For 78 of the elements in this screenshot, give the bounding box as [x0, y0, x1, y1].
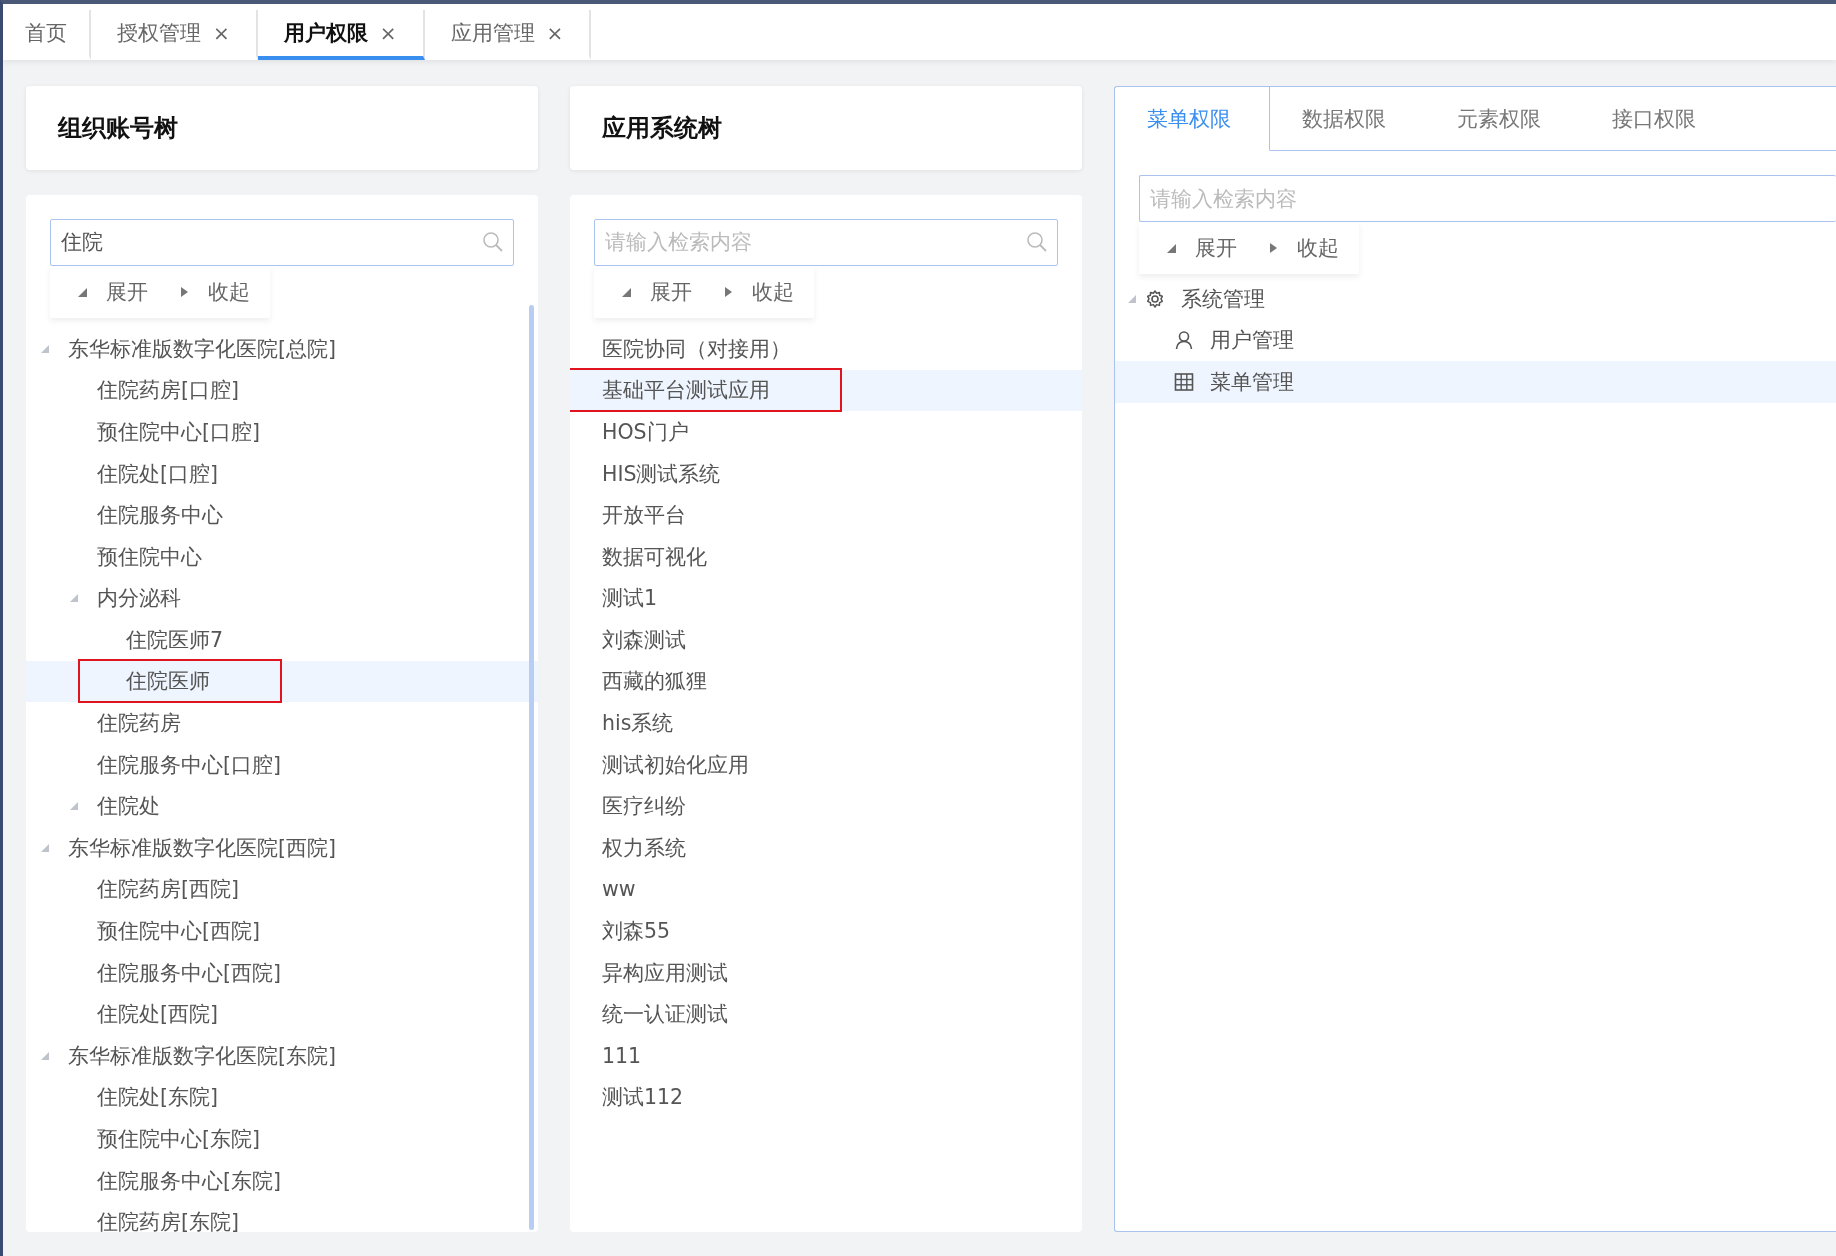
triangle-icon — [722, 285, 734, 298]
tree-item[interactable]: 异构应用测试 — [570, 951, 1082, 994]
tree-item[interactable]: 医疗纠纷 — [570, 785, 1082, 828]
collapse-button[interactable]: 收起 — [716, 271, 800, 312]
tree-item[interactable]: 预住院中心[口腔] — [26, 411, 538, 453]
expand-button[interactable]: 展开 — [70, 271, 154, 312]
collapse-button[interactable]: 收起 — [172, 271, 256, 312]
tree-item[interactable]: 统一认证测试 — [570, 993, 1082, 1035]
tree-item[interactable]: 住院药房[东院] — [26, 1201, 538, 1232]
tree-item[interactable]: HOS门户 — [570, 411, 1082, 453]
page-tab[interactable]: 应用管理 × — [424, 10, 592, 60]
expand-button[interactable]: 展开 — [1159, 228, 1243, 268]
search-field[interactable]: 住院 — [50, 218, 514, 266]
tree-item[interactable]: 住院药房 — [26, 702, 538, 744]
tree-item[interactable]: 住院服务中心[口腔] — [26, 743, 538, 786]
search-icon[interactable] — [482, 230, 504, 253]
tree-item[interactable]: 住院处 — [26, 785, 538, 828]
triangle-icon — [1165, 242, 1177, 254]
tree-item[interactable]: 预住院中心[东院] — [26, 1118, 538, 1160]
tree-item[interactable]: 刘森55 — [570, 910, 1082, 952]
tree-item[interactable]: 住院医师 — [26, 660, 538, 703]
close-icon[interactable]: × — [379, 21, 397, 45]
close-icon[interactable]: × — [213, 21, 230, 45]
tree-item[interactable]: 东华标准版数字化医院[西院] — [26, 827, 538, 869]
tree-item[interactable]: 西藏的狐狸 — [570, 660, 1082, 703]
expanded-arrow-icon[interactable] — [69, 801, 79, 812]
tree-item[interactable]: 刘森测试 — [570, 619, 1082, 661]
tree-item[interactable]: 东华标准版数字化医院[东院] — [26, 1035, 538, 1077]
tree-item[interactable]: 住院服务中心[东院] — [26, 1159, 538, 1202]
tree-item[interactable]: 菜单管理 — [1115, 361, 1836, 403]
search-field[interactable]: 请输入检索内容 — [1139, 175, 1836, 222]
tree-item[interactable]: 住院处[西院] — [26, 993, 538, 1035]
page-tab[interactable]: 首页 — [3, 10, 91, 60]
tree-item[interactable]: ww — [570, 868, 1082, 911]
expand-button[interactable]: 展开 — [614, 271, 698, 312]
scrollbar[interactable] — [529, 304, 534, 1230]
expanded-arrow-icon[interactable] — [69, 593, 79, 604]
tree-item[interactable]: HIS测试系统 — [570, 452, 1082, 495]
tree-item[interactable]: 住院医师7 — [26, 619, 538, 661]
triangle-icon — [1267, 242, 1279, 254]
expanded-arrow-icon[interactable] — [1127, 293, 1137, 304]
tree-item[interactable]: 预住院中心 — [26, 535, 538, 578]
search-icon[interactable] — [1026, 230, 1048, 253]
panel-title: 应用系统树 — [602, 112, 722, 144]
triangle-icon — [178, 285, 190, 298]
tree-item[interactable]: 基础平台测试应用 — [570, 369, 1082, 412]
collapse-button[interactable]: 收起 — [1261, 228, 1345, 268]
tree-item[interactable]: 测试1 — [570, 577, 1082, 620]
tree-item[interactable]: 111 — [570, 1035, 1082, 1077]
panel-title: 组织账号树 — [58, 112, 178, 144]
tree-item[interactable]: 测试112 — [570, 1076, 1082, 1119]
tree-item[interactable]: his系统 — [570, 702, 1082, 744]
permission-tab[interactable]: 元素权限 — [1425, 87, 1580, 151]
expanded-arrow-icon[interactable] — [40, 343, 50, 354]
tree-item[interactable]: 开放平台 — [570, 494, 1082, 536]
tree-item[interactable]: 东华标准版数字化医院[总院] — [26, 327, 538, 370]
tree-item[interactable]: 系统管理 — [1115, 278, 1836, 320]
tree-item[interactable]: 住院处[口腔] — [26, 452, 538, 495]
expanded-arrow-icon[interactable] — [40, 842, 50, 853]
tree-item[interactable]: 内分泌科 — [26, 577, 538, 620]
page-tab[interactable]: 用户权限 × — [257, 10, 425, 60]
tree-item[interactable]: 住院服务中心 — [26, 494, 538, 536]
search-field[interactable]: 请输入检索内容 — [594, 218, 1058, 266]
tree-item[interactable]: 医院协同（对接用） — [570, 327, 1082, 370]
tree-item[interactable]: 用户管理 — [1115, 319, 1836, 362]
tree-item[interactable]: 住院药房[西院] — [26, 868, 538, 911]
permission-tab[interactable]: 接口权限 — [1580, 87, 1735, 151]
permission-tab[interactable]: 数据权限 — [1270, 87, 1425, 151]
tree-item[interactable]: 测试初始化应用 — [570, 743, 1082, 786]
expanded-arrow-icon[interactable] — [40, 1050, 50, 1061]
page-tab[interactable]: 授权管理 × — [91, 10, 258, 60]
close-icon[interactable]: × — [546, 21, 564, 45]
tree-item[interactable]: 住院药房[口腔] — [26, 369, 538, 412]
tree-item[interactable]: 权力系统 — [570, 827, 1082, 869]
tree-item[interactable]: 数据可视化 — [570, 535, 1082, 578]
tree-item[interactable]: 住院处[东院] — [26, 1076, 538, 1119]
tree-item[interactable]: 住院服务中心[西院] — [26, 951, 538, 994]
tree-item[interactable]: 预住院中心[西院] — [26, 910, 538, 952]
